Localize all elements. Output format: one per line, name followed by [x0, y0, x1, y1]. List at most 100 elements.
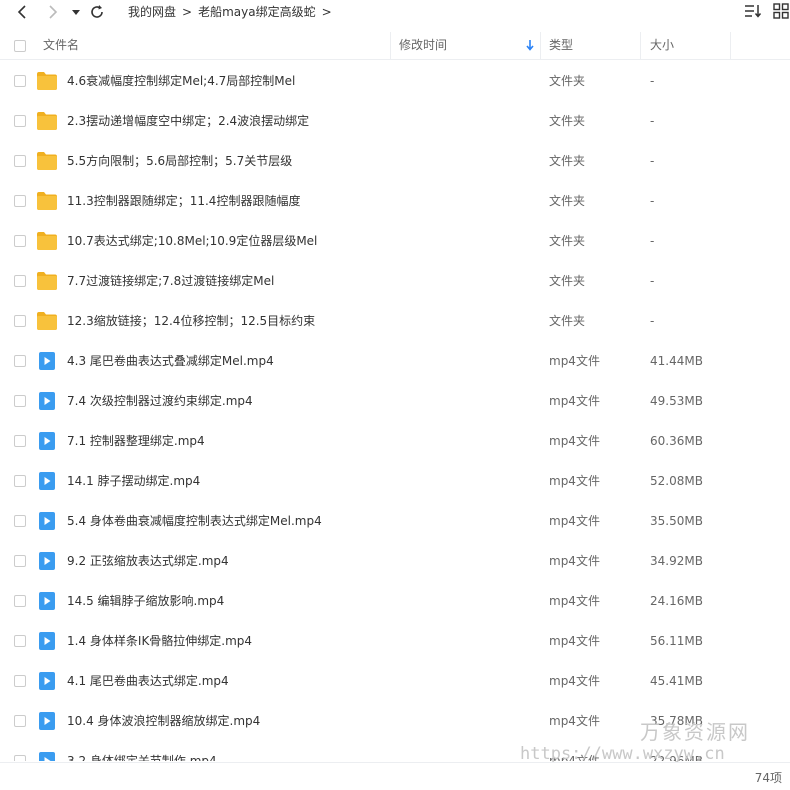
file-name[interactable]: 2.3摆动递增幅度空中绑定；2.4波浪摆动绑定	[67, 101, 309, 141]
file-type: mp4文件	[549, 634, 600, 648]
table-row[interactable]: 2.3摆动递增幅度空中绑定；2.4波浪摆动绑定 文件夹 -	[0, 101, 790, 141]
column-divider[interactable]	[540, 32, 541, 59]
breadcrumb: 我的网盘 > 老船maya绑定高级蛇 >	[128, 3, 338, 20]
file-size: 60.36MB	[650, 434, 703, 448]
view-tools	[744, 2, 790, 20]
file-name[interactable]: 4.1 尾巴卷曲表达式绑定.mp4	[67, 661, 229, 701]
table-row[interactable]: 4.3 尾巴卷曲表达式叠减绑定Mel.mp4 mp4文件 41.44MB	[0, 341, 790, 381]
row-checkbox[interactable]	[14, 515, 26, 527]
history-dropdown-button[interactable]	[65, 1, 87, 23]
file-name[interactable]: 11.3控制器跟随绑定；11.4控制器跟随幅度	[67, 181, 300, 221]
file-type: 文件夹	[549, 114, 586, 128]
column-divider[interactable]	[390, 32, 391, 59]
file-type: 文件夹	[549, 314, 586, 328]
file-name[interactable]: 4.6衰减幅度控制绑定Mel;4.7局部控制Mel	[67, 61, 295, 101]
refresh-icon	[91, 5, 103, 18]
column-divider[interactable]	[640, 32, 641, 59]
file-name[interactable]: 7.4 次级控制器过渡约束绑定.mp4	[67, 381, 253, 421]
row-checkbox[interactable]	[14, 755, 26, 761]
row-checkbox[interactable]	[14, 355, 26, 367]
row-checkbox[interactable]	[14, 155, 26, 167]
sort-descending-icon	[526, 40, 534, 51]
row-checkbox[interactable]	[14, 395, 26, 407]
forward-button[interactable]	[42, 1, 64, 23]
breadcrumb-item-my-drive[interactable]: 我的网盘	[128, 3, 176, 20]
file-size: -	[650, 74, 655, 88]
file-size: 35.78MB	[650, 714, 703, 728]
row-checkbox[interactable]	[14, 315, 26, 327]
file-size: -	[650, 154, 655, 168]
file-size: 45.41MB	[650, 674, 703, 688]
table-row[interactable]: 14.5 编辑脖子缩放影响.mp4 mp4文件 24.16MB	[0, 581, 790, 621]
sort-button[interactable]	[744, 2, 762, 20]
column-header-name[interactable]: 文件名	[43, 32, 79, 59]
file-name[interactable]: 7.1 控制器整理绑定.mp4	[67, 421, 205, 461]
table-row[interactable]: 12.3缩放链接；12.4位移控制；12.5目标约束 文件夹 -	[0, 301, 790, 341]
file-name[interactable]: 5.5方向限制；5.6局部控制；5.7关节层级	[67, 141, 292, 181]
table-row[interactable]: 9.2 正弦缩放表达式绑定.mp4 mp4文件 34.92MB	[0, 541, 790, 581]
video-file-icon	[39, 512, 55, 530]
file-size: 22.96MB	[650, 754, 703, 761]
column-header-modified[interactable]: 修改时间	[399, 32, 447, 59]
file-size: 56.11MB	[650, 634, 703, 648]
video-file-icon	[39, 472, 55, 490]
table-row[interactable]: 14.1 脖子摆动绑定.mp4 mp4文件 52.08MB	[0, 461, 790, 501]
file-name[interactable]: 14.5 编辑脖子缩放影响.mp4	[67, 581, 224, 621]
table-row[interactable]: 10.7表达式绑定;10.8Mel;10.9定位器层级Mel 文件夹 -	[0, 221, 790, 261]
table-row[interactable]: 7.1 控制器整理绑定.mp4 mp4文件 60.36MB	[0, 421, 790, 461]
row-checkbox[interactable]	[14, 195, 26, 207]
row-checkbox[interactable]	[14, 275, 26, 287]
row-checkbox[interactable]	[14, 115, 26, 127]
file-type: mp4文件	[549, 394, 600, 408]
chevron-left-icon	[17, 5, 26, 19]
table-row[interactable]: 10.4 身体波浪控制器缩放绑定.mp4 mp4文件 35.78MB	[0, 701, 790, 741]
file-name[interactable]: 1.4 身体样条IK骨骼拉伸绑定.mp4	[67, 621, 252, 661]
file-size: 24.16MB	[650, 594, 703, 608]
row-checkbox[interactable]	[14, 475, 26, 487]
video-file-icon	[39, 752, 55, 761]
table-row[interactable]: 7.7过渡链接绑定;7.8过渡链接绑定Mel 文件夹 -	[0, 261, 790, 301]
row-checkbox[interactable]	[14, 235, 26, 247]
row-checkbox[interactable]	[14, 675, 26, 687]
back-button[interactable]	[11, 1, 33, 23]
column-header-size[interactable]: 大小	[650, 32, 674, 59]
row-checkbox[interactable]	[14, 555, 26, 567]
video-file-icon	[39, 672, 55, 690]
file-name[interactable]: 5.4 身体卷曲衰减幅度控制表达式绑定Mel.mp4	[67, 501, 322, 541]
file-name[interactable]: 3.2 身体绑定关节制作.mp4	[67, 741, 217, 761]
file-name[interactable]: 10.7表达式绑定;10.8Mel;10.9定位器层级Mel	[67, 221, 317, 261]
row-checkbox[interactable]	[14, 75, 26, 87]
file-name[interactable]: 14.1 脖子摆动绑定.mp4	[67, 461, 200, 501]
table-row[interactable]: 3.2 身体绑定关节制作.mp4 mp4文件 22.96MB	[0, 741, 790, 761]
column-divider[interactable]	[730, 32, 731, 59]
select-all-checkbox[interactable]	[14, 40, 26, 52]
table-row[interactable]: 11.3控制器跟随绑定；11.4控制器跟随幅度 文件夹 -	[0, 181, 790, 221]
column-header-type[interactable]: 类型	[549, 32, 573, 59]
folder-icon	[37, 272, 57, 290]
file-name[interactable]: 4.3 尾巴卷曲表达式叠减绑定Mel.mp4	[67, 341, 274, 381]
row-checkbox[interactable]	[14, 595, 26, 607]
folder-icon	[37, 192, 57, 210]
file-list: 4.6衰减幅度控制绑定Mel;4.7局部控制Mel 文件夹 -2.3摆动递增幅度空中…	[0, 61, 790, 761]
breadcrumb-separator: >	[321, 4, 332, 19]
file-name[interactable]: 9.2 正弦缩放表达式绑定.mp4	[67, 541, 229, 581]
chevron-right-icon	[49, 5, 58, 19]
table-row[interactable]: 5.5方向限制；5.6局部控制；5.7关节层级 文件夹 -	[0, 141, 790, 181]
table-row[interactable]: 5.4 身体卷曲衰减幅度控制表达式绑定Mel.mp4 mp4文件 35.50MB	[0, 501, 790, 541]
table-row[interactable]: 1.4 身体样条IK骨骼拉伸绑定.mp4 mp4文件 56.11MB	[0, 621, 790, 661]
row-checkbox[interactable]	[14, 435, 26, 447]
table-row[interactable]: 4.6衰减幅度控制绑定Mel;4.7局部控制Mel 文件夹 -	[0, 61, 790, 101]
file-name[interactable]: 7.7过渡链接绑定;7.8过渡链接绑定Mel	[67, 261, 274, 301]
file-name[interactable]: 12.3缩放链接；12.4位移控制；12.5目标约束	[67, 301, 315, 341]
row-checkbox[interactable]	[14, 715, 26, 727]
table-row[interactable]: 7.4 次级控制器过渡约束绑定.mp4 mp4文件 49.53MB	[0, 381, 790, 421]
file-name[interactable]: 10.4 身体波浪控制器缩放绑定.mp4	[67, 701, 260, 741]
breadcrumb-item-current-folder[interactable]: 老船maya绑定高级蛇	[198, 3, 316, 20]
table-row[interactable]: 4.1 尾巴卷曲表达式绑定.mp4 mp4文件 45.41MB	[0, 661, 790, 701]
row-checkbox[interactable]	[14, 635, 26, 647]
file-type: mp4文件	[549, 554, 600, 568]
grid-view-button[interactable]	[772, 2, 790, 20]
file-type: mp4文件	[549, 674, 600, 688]
caret-down-icon	[72, 10, 80, 15]
refresh-button[interactable]	[86, 1, 108, 23]
